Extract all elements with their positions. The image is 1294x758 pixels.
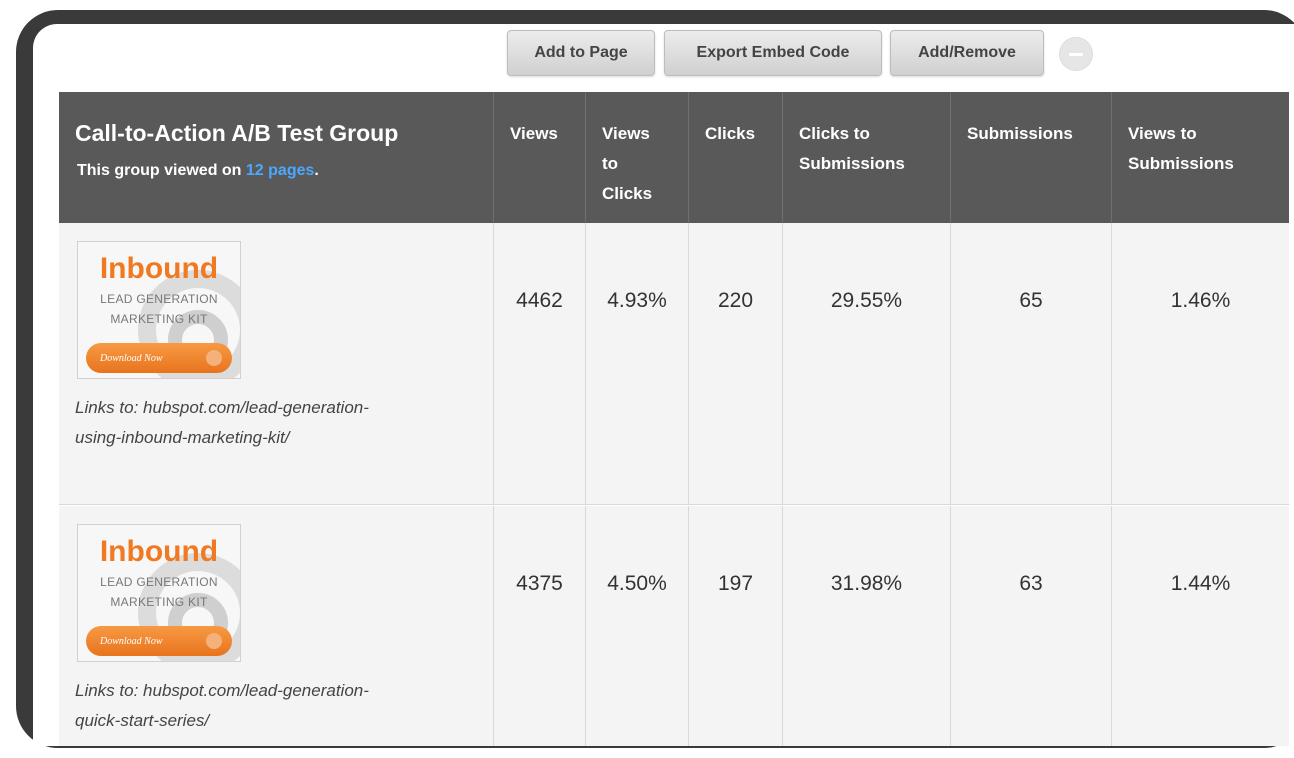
minus-icon[interactable] (1059, 37, 1093, 71)
thumbnail-line1: LEAD GENERATION (100, 575, 218, 589)
thumbnail-line2: MARKETING KIT (110, 312, 208, 326)
thumbnail-line2: MARKETING KIT (110, 595, 208, 609)
cta-link-text: Links to: hubspot.com/lead-generation- q… (75, 676, 455, 736)
col-cts-line1: Clicks to (799, 124, 870, 143)
col-header-views[interactable]: Views (494, 92, 586, 223)
toolbar: Add to Page Export Embed Code Add/Remove (507, 30, 1207, 76)
cta-thumbnail[interactable]: Inbound LEAD GENERATION MARKETING KIT Do… (77, 524, 241, 662)
submissions-cell: 65 (951, 223, 1112, 505)
thumbnail-title: Inbound (99, 535, 219, 568)
views-to-submissions-cell: 1.46% (1112, 223, 1289, 505)
cta-link-line1: Links to: hubspot.com/lead-generation- (75, 398, 369, 417)
col-vts-line2: Submissions (1128, 154, 1234, 173)
group-sub-suffix: . (314, 162, 319, 179)
thumbnail-download-label: Download Now (100, 352, 163, 364)
clicks-to-submissions-cell: 31.98% (783, 506, 951, 746)
table-row: Inbound LEAD GENERATION MARKETING KIT Do… (59, 223, 1289, 505)
views-to-submissions-cell: 1.44% (1112, 506, 1289, 746)
export-embed-code-button[interactable]: Export Embed Code (664, 30, 882, 76)
views-to-clicks-cell: 4.93% (586, 223, 689, 505)
col-views-label: Views (510, 124, 558, 143)
clicks-value: 197 (717, 572, 754, 595)
col-cts-line2: Submissions (799, 154, 905, 173)
clicks-cell: 220 (689, 223, 783, 505)
cta-link-line2: quick-start-series/ (75, 711, 210, 730)
thumbnail-download-button: Download Now (86, 343, 232, 373)
cta-link-line1: Links to: hubspot.com/lead-generation- (75, 681, 369, 700)
thumbnail-download-label: Download Now (100, 635, 163, 647)
thumbnail-line1: LEAD GENERATION (100, 292, 218, 306)
app-screen: Add to Page Export Embed Code Add/Remove… (33, 24, 1294, 746)
clicks-to-submissions-cell: 29.55% (783, 223, 951, 505)
pages-link[interactable]: 12 pages (246, 162, 314, 179)
col-header-views-to-clicks[interactable]: Views to Clicks (586, 92, 689, 223)
cta-thumbnail[interactable]: Inbound LEAD GENERATION MARKETING KIT Do… (77, 241, 241, 379)
col-header-submissions[interactable]: Submissions (951, 92, 1112, 223)
views-value: 4375 (516, 572, 563, 595)
thumbnail-download-button: Download Now (86, 626, 232, 656)
views-to-clicks-value: 4.93% (607, 289, 667, 312)
views-cell: 4462 (494, 223, 586, 505)
views-value: 4462 (516, 289, 563, 312)
views-cell: 4375 (494, 506, 586, 746)
add-remove-button[interactable]: Add/Remove (890, 30, 1044, 76)
col-vts-line1: Views to (1128, 124, 1197, 143)
table-header: Call-to-Action A/B Test Group This group… (59, 92, 1289, 223)
clicks-value: 220 (717, 289, 754, 312)
thumbnail-title: Inbound (99, 252, 219, 285)
minus-bar (1069, 53, 1083, 56)
col-vtc-line3: Clicks (602, 184, 653, 203)
views-to-submissions-value: 1.44% (1170, 572, 1231, 595)
submissions-value: 65 (1019, 289, 1043, 312)
arrow-circle-icon (206, 633, 222, 649)
col-header-views-to-submissions[interactable]: Views to Submissions (1112, 92, 1289, 223)
col-clicks-label: Clicks (705, 124, 756, 143)
col-vtc-line2: to (602, 154, 619, 173)
arrow-circle-icon (206, 350, 222, 366)
table-row: Inbound LEAD GENERATION MARKETING KIT Do… (59, 506, 1289, 746)
cta-link-text: Links to: hubspot.com/lead-generation- u… (75, 393, 455, 453)
submissions-cell: 63 (951, 506, 1112, 746)
cta-link-line2: using-inbound-marketing-kit/ (75, 428, 290, 447)
col-submissions-label: Submissions (967, 124, 1073, 143)
col-header-clicks[interactable]: Clicks (689, 92, 783, 223)
col-vtc-line1: Views (602, 124, 650, 143)
clicks-to-submissions-value: 31.98% (830, 572, 903, 595)
cta-cell: Inbound LEAD GENERATION MARKETING KIT Do… (59, 506, 494, 746)
submissions-value: 63 (1019, 572, 1043, 595)
group-subtitle: This group viewed on 12 pages. (77, 162, 319, 180)
group-title: Call-to-Action A/B Test Group (75, 120, 399, 146)
views-to-submissions-value: 1.46% (1170, 289, 1231, 312)
add-to-page-button[interactable]: Add to Page (507, 30, 655, 76)
views-to-clicks-cell: 4.50% (586, 506, 689, 746)
header-group-cell: Call-to-Action A/B Test Group This group… (59, 92, 494, 223)
views-to-clicks-value: 4.50% (607, 572, 667, 595)
col-header-clicks-to-submissions[interactable]: Clicks to Submissions (783, 92, 951, 223)
group-sub-prefix: This group viewed on (77, 162, 246, 179)
clicks-to-submissions-value: 29.55% (830, 289, 903, 312)
cta-cell: Inbound LEAD GENERATION MARKETING KIT Do… (59, 223, 494, 505)
clicks-cell: 197 (689, 506, 783, 746)
